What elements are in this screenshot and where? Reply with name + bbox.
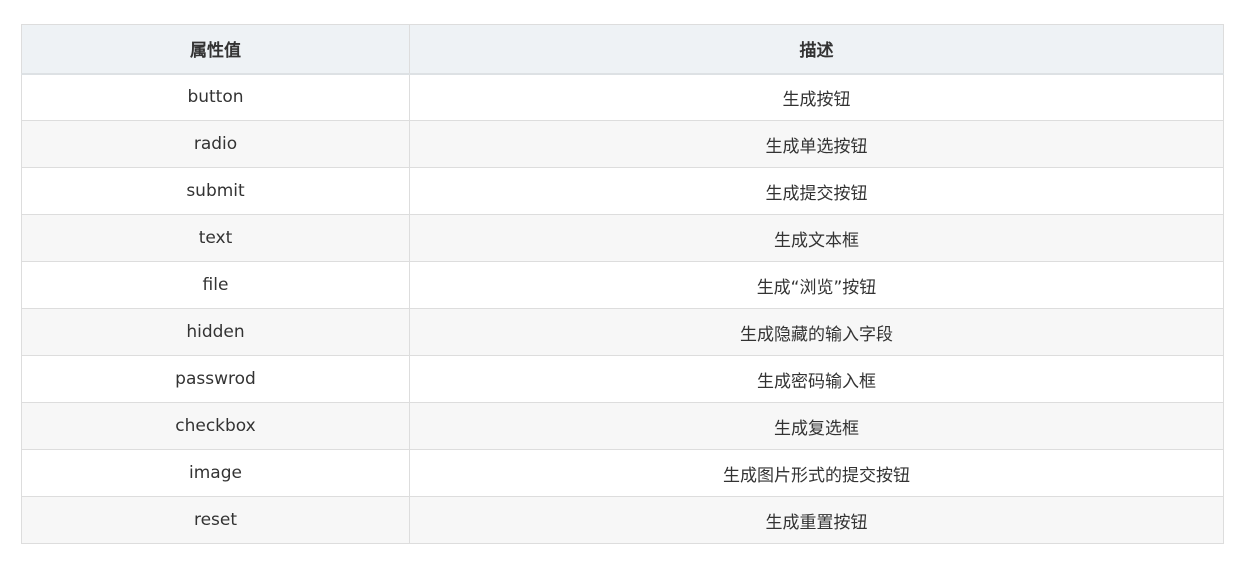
attribute-value-cell: radio xyxy=(21,120,410,168)
table-row: passwrod 生成密码输入框 xyxy=(21,355,1224,403)
attribute-value-cell: hidden xyxy=(21,308,410,356)
table-row: submit 生成提交按钮 xyxy=(21,167,1224,215)
description-cell: 生成提交按钮 xyxy=(409,167,1224,215)
attribute-value-cell: file xyxy=(21,261,410,309)
table-row: file 生成“浏览”按钮 xyxy=(21,261,1224,309)
column-header-attribute-value: 属性值 xyxy=(21,24,410,75)
table-row: image 生成图片形式的提交按钮 xyxy=(21,449,1224,497)
description-cell: 生成按钮 xyxy=(409,73,1224,121)
attribute-table-container: 属性值 描述 button 生成按钮 radio 生成单选按钮 submit 生… xyxy=(21,24,1224,544)
table-row: text 生成文本框 xyxy=(21,214,1224,262)
table-body: button 生成按钮 radio 生成单选按钮 submit 生成提交按钮 t… xyxy=(21,73,1224,544)
table-row: hidden 生成隐藏的输入字段 xyxy=(21,308,1224,356)
description-cell: 生成单选按钮 xyxy=(409,120,1224,168)
attribute-value-cell: reset xyxy=(21,496,410,544)
table-header: 属性值 描述 xyxy=(21,24,1224,75)
description-cell: 生成“浏览”按钮 xyxy=(409,261,1224,309)
description-cell: 生成隐藏的输入字段 xyxy=(409,308,1224,356)
table-row: reset 生成重置按钮 xyxy=(21,496,1224,544)
description-cell: 生成文本框 xyxy=(409,214,1224,262)
table-row: button 生成按钮 xyxy=(21,73,1224,121)
description-cell: 生成复选框 xyxy=(409,402,1224,450)
attribute-value-cell: image xyxy=(21,449,410,497)
attribute-value-cell: checkbox xyxy=(21,402,410,450)
description-cell: 生成重置按钮 xyxy=(409,496,1224,544)
table-row: checkbox 生成复选框 xyxy=(21,402,1224,450)
description-cell: 生成密码输入框 xyxy=(409,355,1224,403)
input-type-attribute-table: 属性值 描述 button 生成按钮 radio 生成单选按钮 submit 生… xyxy=(21,24,1224,544)
attribute-value-cell: button xyxy=(21,73,410,121)
column-header-description: 描述 xyxy=(409,24,1224,75)
attribute-value-cell: submit xyxy=(21,167,410,215)
attribute-value-cell: text xyxy=(21,214,410,262)
header-row: 属性值 描述 xyxy=(21,24,1224,75)
table-row: radio 生成单选按钮 xyxy=(21,120,1224,168)
attribute-value-cell: passwrod xyxy=(21,355,410,403)
description-cell: 生成图片形式的提交按钮 xyxy=(409,449,1224,497)
